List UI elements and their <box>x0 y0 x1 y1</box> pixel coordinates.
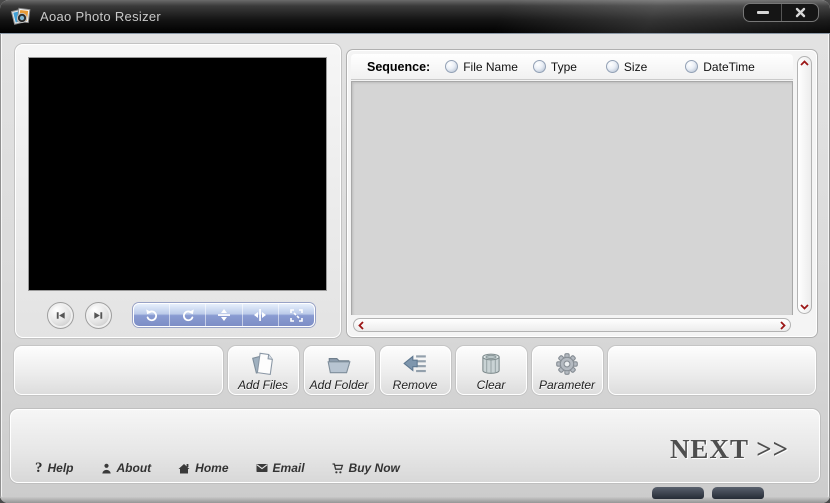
window-foot-right <box>712 487 764 499</box>
close-button[interactable] <box>781 4 818 21</box>
add-files-icon <box>250 351 276 377</box>
scroll-down-icon[interactable] <box>800 304 809 310</box>
previous-image-button[interactable] <box>47 302 74 329</box>
action-bar: Add Files Add Folder Remove Clear Parame… <box>14 346 816 395</box>
add-files-button[interactable]: Add Files <box>227 346 299 395</box>
flip-horizontal-icon <box>253 308 267 322</box>
scroll-up-icon[interactable] <box>800 60 809 66</box>
preview-panel <box>15 44 341 338</box>
flip-horizontal-button[interactable] <box>241 304 278 326</box>
skip-previous-icon <box>54 309 67 322</box>
window-title: Aoao Photo Resizer <box>40 9 162 24</box>
footer-panel: ? Help About Home Email Buy Now NEXT >> <box>10 409 820 483</box>
window-foot-left <box>652 487 704 499</box>
fit-screen-icon <box>290 308 303 322</box>
footer-links: ? Help About Home Email Buy Now <box>35 459 400 476</box>
file-list[interactable] <box>351 81 793 315</box>
remove-icon <box>402 351 428 377</box>
radio-icon <box>605 60 619 73</box>
rotate-left-icon <box>145 308 159 322</box>
sequence-radio-file-name[interactable]: File Name <box>445 60 518 74</box>
about-link[interactable]: About <box>101 461 151 475</box>
email-icon <box>256 463 268 473</box>
sequence-radio-type[interactable]: Type <box>532 60 577 74</box>
image-preview-area <box>28 57 327 291</box>
parameter-icon <box>554 351 580 377</box>
preview-tools-toolbar <box>133 303 315 327</box>
minimize-button[interactable] <box>744 4 781 21</box>
fit-screen-button[interactable] <box>277 304 314 326</box>
email-link[interactable]: Email <box>256 461 305 475</box>
sequence-radio-size[interactable]: Size <box>605 60 647 74</box>
flip-vertical-icon <box>217 308 231 322</box>
window-bottom-bevel <box>0 497 830 503</box>
help-link[interactable]: ? Help <box>35 459 74 476</box>
next-button[interactable]: NEXT >> <box>670 434 789 466</box>
buy-now-icon <box>332 462 344 474</box>
sequence-radio-datetime[interactable]: DateTime <box>685 60 755 74</box>
scroll-right-icon[interactable] <box>780 320 786 330</box>
home-link[interactable]: Home <box>178 461 229 475</box>
vertical-scrollbar[interactable] <box>797 56 812 314</box>
sequence-label: Sequence: <box>367 59 431 74</box>
flip-vertical-button[interactable] <box>205 304 241 326</box>
sequence-header: Sequence: File Name Type Size DateTime <box>351 54 793 80</box>
next-image-button[interactable] <box>85 302 112 329</box>
app-window: Aoao Photo Resizer Sequence: File Name T… <box>0 0 830 503</box>
radio-icon <box>532 60 546 73</box>
titlebar: Aoao Photo Resizer <box>0 0 830 34</box>
rotate-left-button[interactable] <box>134 304 169 326</box>
action-bar-right-spacer <box>607 346 816 395</box>
rotate-right-button[interactable] <box>169 304 205 326</box>
help-icon: ? <box>35 459 43 476</box>
buy-now-link[interactable]: Buy Now <box>332 461 400 475</box>
radio-icon <box>685 60 699 73</box>
add-folder-icon <box>326 351 352 377</box>
scroll-left-icon[interactable] <box>358 320 364 330</box>
remove-button[interactable]: Remove <box>379 346 451 395</box>
home-icon <box>178 463 190 474</box>
radio-icon <box>445 60 459 73</box>
rotate-right-icon <box>181 308 195 322</box>
window-controls <box>743 3 819 22</box>
clear-icon <box>478 351 504 377</box>
add-folder-button[interactable]: Add Folder <box>303 346 375 395</box>
minimize-icon <box>756 11 769 14</box>
parameter-button[interactable]: Parameter <box>531 346 603 395</box>
about-icon <box>101 463 112 474</box>
clear-button[interactable]: Clear <box>455 346 527 395</box>
close-icon <box>795 7 806 18</box>
skip-next-icon <box>92 309 105 322</box>
horizontal-scrollbar[interactable] <box>353 318 791 332</box>
action-bar-left-spacer <box>14 346 223 395</box>
photo-resizer-app-icon <box>10 6 34 28</box>
file-list-panel: Sequence: File Name Type Size DateTime <box>347 50 817 337</box>
